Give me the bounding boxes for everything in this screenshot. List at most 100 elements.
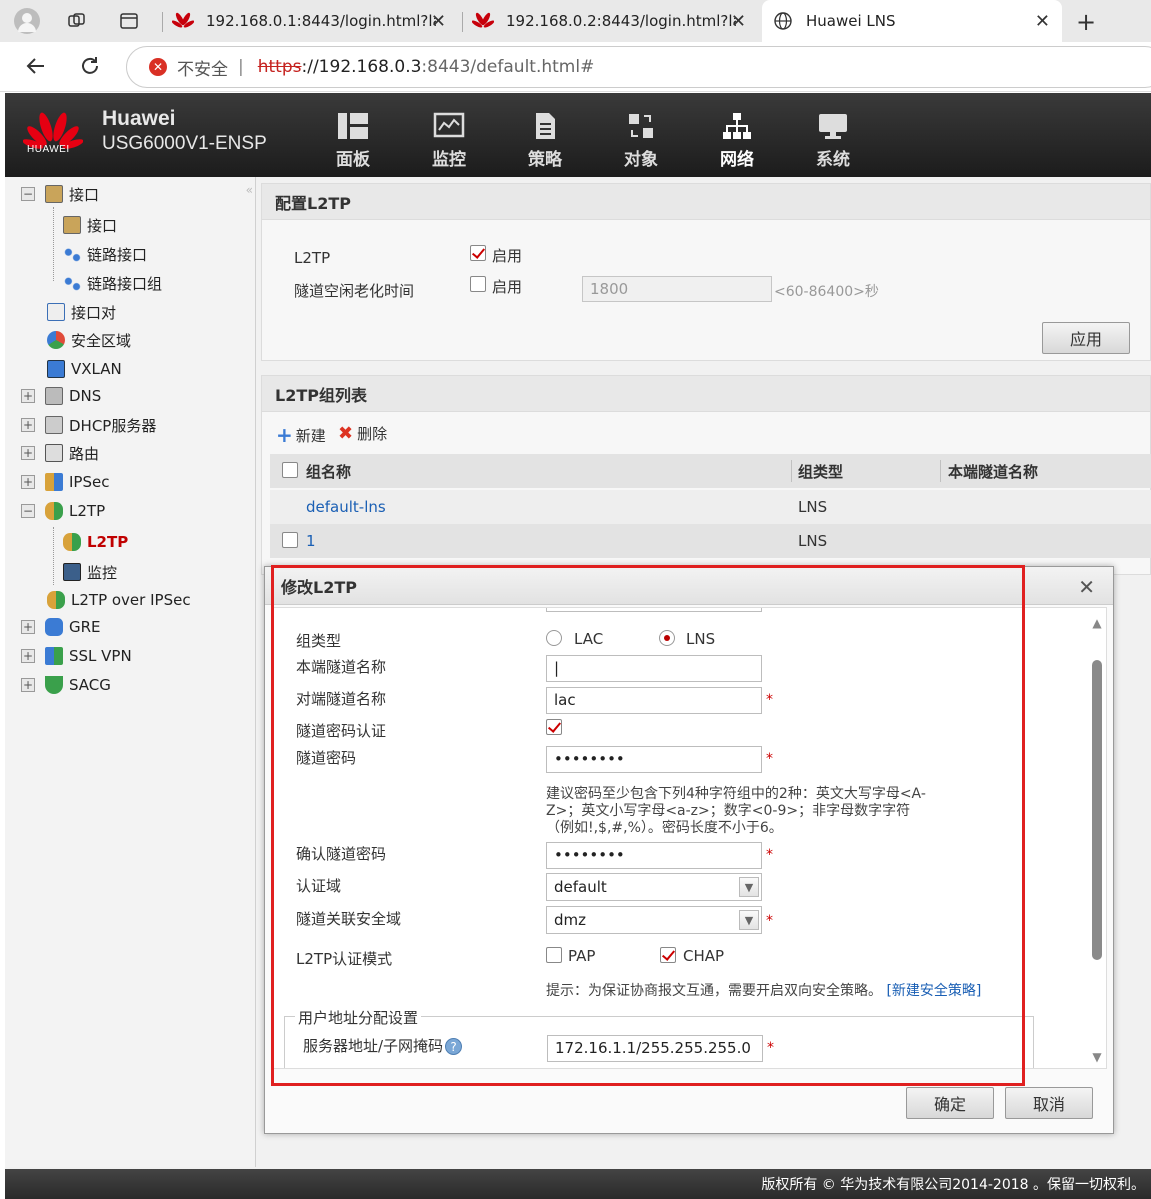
sidebar-item-link-interface[interactable]: 链路接口 (63, 241, 147, 267)
expand-icon[interactable]: + (21, 446, 35, 460)
idle-timeout-input[interactable]: 1800 (582, 276, 772, 302)
close-icon[interactable]: ✕ (1078, 575, 1095, 599)
tab-1[interactable]: 192.168.0.1:8443/login.html?lang= ✕ (162, 0, 458, 42)
group-name-link[interactable]: default-lns (306, 498, 386, 516)
reload-icon[interactable] (78, 54, 102, 84)
l2tp-enable-checkbox[interactable] (470, 245, 486, 261)
nav-system[interactable]: 系统 (785, 111, 881, 170)
sidebar-item-dns[interactable]: + DNS (21, 383, 101, 409)
tunnel-auth-checkbox[interactable] (546, 719, 562, 735)
cancel-button[interactable]: 取消 (1005, 1087, 1093, 1119)
add-icon: + (276, 423, 293, 447)
column-header-name[interactable]: 组名称 (306, 461, 351, 482)
brand: Huawei USG6000V1-ENSP (102, 107, 267, 155)
nav-policy[interactable]: 策略 (497, 111, 593, 170)
close-icon[interactable]: ✕ (731, 11, 746, 32)
column-header-local-tunnel[interactable]: 本端隧道名称 (948, 461, 1038, 482)
new-tab-icon[interactable]: + (1076, 8, 1096, 36)
tab-3-active[interactable]: Huawei LNS ✕ (762, 0, 1062, 42)
sidebar-item-ssl-vpn[interactable]: + SSL VPN (21, 643, 132, 669)
chevron-down-icon[interactable]: ▼ (739, 877, 759, 897)
lac-radio[interactable] (546, 630, 562, 646)
sidebar-item-monitor[interactable]: 监控 (63, 559, 117, 585)
expand-icon[interactable]: + (21, 475, 35, 489)
ok-button[interactable]: 确定 (906, 1087, 994, 1119)
expand-icon[interactable]: + (21, 418, 35, 432)
back-icon[interactable] (24, 54, 48, 84)
server-address-input[interactable]: 172.16.1.1/255.255.255.0 (547, 1035, 763, 1062)
profile-icon[interactable] (14, 8, 40, 34)
sidebar-item-gre[interactable]: + GRE (21, 614, 101, 640)
scrollbar-thumb[interactable] (1092, 660, 1102, 960)
select-all-checkbox[interactable] (282, 462, 298, 478)
sidebar-item-ipsec[interactable]: + IPSec (21, 469, 109, 495)
sidebar-item-interface-group[interactable]: − 接口 (21, 181, 99, 207)
sidebar-item-route[interactable]: + 路由 (21, 440, 99, 466)
sidebar: « − 接口 接口 链路接口 链路接口组 接口对 安全区域 VXLAN + DN… (5, 177, 256, 1167)
not-secure-icon[interactable]: ✕ (149, 58, 167, 76)
confirm-password-input[interactable]: •••••••• (546, 842, 762, 869)
sidebar-item-interface[interactable]: 接口 (63, 212, 117, 238)
column-header-type[interactable]: 组类型 (798, 461, 843, 482)
expand-icon[interactable]: + (21, 678, 35, 692)
collapse-icon[interactable]: − (21, 504, 35, 518)
idle-timeout-label: 隧道空闲老化时间 (294, 282, 415, 300)
idle-timeout-checkbox[interactable] (470, 276, 486, 292)
sidebar-item-vxlan[interactable]: VXLAN (47, 356, 122, 382)
url-input[interactable]: ✕ 不安全 | https ://192.168.0.3 :8443/defau… (126, 46, 1151, 88)
link-interface-group-icon (63, 274, 81, 292)
apply-button[interactable]: 应用 (1042, 322, 1130, 354)
group-name-input-partial[interactable] (546, 608, 762, 612)
security-zone-select[interactable]: dmz ▼ (546, 906, 762, 934)
close-icon[interactable]: ✕ (431, 11, 446, 32)
delete-icon: ✖ (338, 423, 354, 444)
close-icon[interactable]: ✕ (1035, 11, 1050, 32)
nav-network[interactable]: 网络 (689, 111, 785, 170)
new-button[interactable]: + 新建 (276, 423, 326, 447)
sidebar-item-l2tp-over-ipsec[interactable]: L2TP over IPSec (47, 587, 191, 613)
collapse-sidebar-icon[interactable]: « (246, 183, 253, 197)
table-row[interactable]: default-lns LNS (270, 490, 1151, 524)
scroll-up-icon[interactable]: ▲ (1090, 616, 1104, 630)
new-security-policy-link[interactable]: [新建安全策略] (886, 983, 981, 999)
pap-checkbox[interactable] (546, 947, 562, 963)
sidebar-item-l2tp-group[interactable]: − L2TP (21, 498, 105, 524)
expand-icon[interactable]: + (21, 389, 35, 403)
password-help-text: 建议密码至少包含下列4种字符组中的2种：英文大写字母<A-Z>；英文小写字母<a… (546, 786, 926, 836)
lns-radio[interactable] (659, 630, 675, 646)
dhcp-icon (45, 416, 63, 434)
collapse-icon[interactable]: − (21, 187, 35, 201)
auth-domain-select[interactable]: default ▼ (546, 873, 762, 901)
required-mark: * (766, 692, 773, 708)
tab-actions-icon[interactable] (116, 8, 142, 34)
chevron-down-icon[interactable]: ▼ (739, 910, 759, 930)
sidebar-item-l2tp[interactable]: L2TP (63, 529, 128, 555)
tunnel-password-input[interactable]: •••••••• (546, 746, 762, 773)
collections-icon[interactable] (64, 8, 90, 34)
nav-monitor[interactable]: 监控 (401, 111, 497, 170)
sidebar-item-interface-pair[interactable]: 接口对 (47, 299, 116, 325)
help-icon[interactable]: ? (445, 1038, 463, 1055)
security-zone-label: 隧道关联安全域 (296, 910, 402, 928)
sidebar-item-link-interface-group[interactable]: 链路接口组 (63, 270, 162, 296)
expand-icon[interactable]: + (21, 649, 35, 663)
tab-2[interactable]: 192.168.0.2:8443/login.html?lang= ✕ (462, 0, 758, 42)
nav-object[interactable]: 对象 (593, 111, 689, 170)
dialog-body[interactable]: 组类型 LAC LNS 本端隧道名称 | 对端隧道名称 lac * 隧道密码认证… (271, 607, 1107, 1069)
row-checkbox[interactable] (282, 532, 298, 548)
url-host: ://192.168.0.3 (301, 57, 422, 77)
group-name-link[interactable]: 1 (306, 532, 316, 550)
table-row[interactable]: 1 LNS (270, 524, 1151, 558)
nav-dashboard[interactable]: 面板 (305, 111, 401, 170)
expand-icon[interactable]: + (21, 620, 35, 634)
chap-checkbox[interactable] (660, 947, 676, 963)
not-secure-label[interactable]: 不安全 (177, 55, 228, 80)
peer-tunnel-input[interactable]: lac (546, 687, 762, 714)
scrollbar[interactable]: ▲ ▼ (1090, 616, 1104, 1064)
sidebar-item-dhcp[interactable]: + DHCP服务器 (21, 412, 156, 438)
delete-button[interactable]: ✖ 删除 (338, 423, 387, 444)
sidebar-item-security-zone[interactable]: 安全区域 (47, 327, 131, 353)
scroll-down-icon[interactable]: ▼ (1090, 1050, 1104, 1064)
local-tunnel-input[interactable]: | (546, 655, 762, 682)
sidebar-item-sacg[interactable]: + SACG (21, 672, 111, 698)
